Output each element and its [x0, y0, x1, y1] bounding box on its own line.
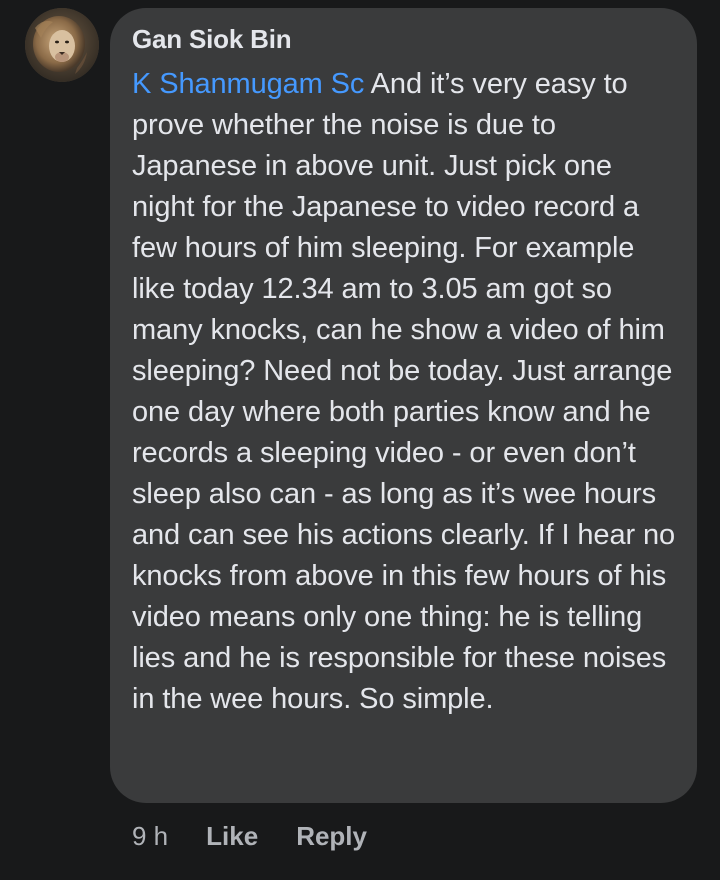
like-button[interactable]: Like: [206, 820, 258, 852]
comment: Gan Siok Bin K Shanmugam Sc And it’s ver…: [0, 0, 720, 880]
avatar[interactable]: [25, 8, 99, 82]
mention-link[interactable]: K Shanmugam Sc: [132, 68, 364, 100]
comment-text: And it’s very easy to prove whether the …: [132, 68, 676, 715]
comment-author[interactable]: Gan Siok Bin: [132, 24, 677, 54]
comment-body: K Shanmugam Sc And it’s very easy to pro…: [132, 64, 677, 720]
comment-bubble: Gan Siok Bin K Shanmugam Sc And it’s ver…: [110, 8, 697, 803]
comment-actions: 9 h Like Reply: [132, 820, 405, 852]
reply-button[interactable]: Reply: [296, 820, 367, 852]
lion-profile-photo-icon: [25, 8, 99, 82]
comment-timestamp[interactable]: 9 h: [132, 820, 168, 852]
